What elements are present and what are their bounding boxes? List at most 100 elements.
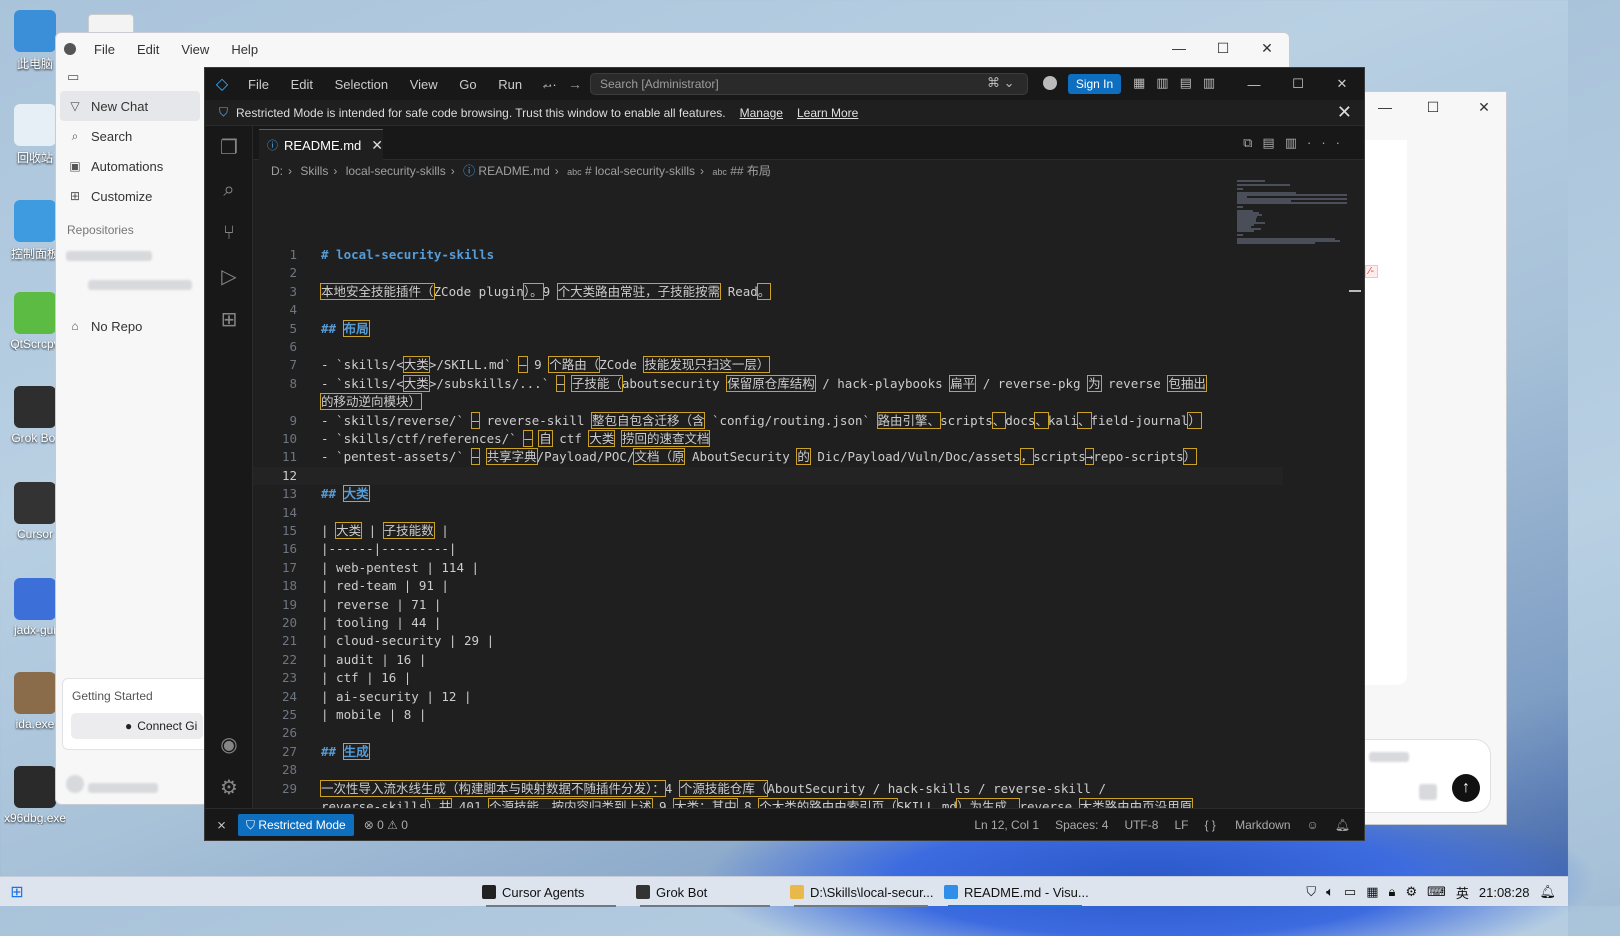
menu-view[interactable]: View: [181, 42, 209, 57]
volume-icon[interactable]: 🔈︎: [1326, 884, 1334, 900]
close-button[interactable]: ✕: [1320, 68, 1364, 100]
manage-link[interactable]: Manage: [740, 106, 783, 120]
editor-line[interactable]: 19 | reverse | 71 |: [253, 596, 1283, 614]
editor-line[interactable]: 27 ## 生成: [253, 742, 1283, 761]
editor-line[interactable]: 16 |------|---------|: [253, 540, 1283, 558]
account-icon[interactable]: ◉: [205, 723, 253, 766]
editor-line[interactable]: 17 | web-pentest | 114 |: [253, 559, 1283, 577]
indentation[interactable]: Spaces: 4: [1055, 818, 1108, 832]
sidebar-item-customize[interactable]: ⊞ Customize: [56, 181, 204, 211]
copilot-status-icon[interactable]: ☺: [1307, 818, 1319, 832]
editor-line[interactable]: 3 本地安全技能插件（ZCode plugin）。9 个大类路由常驻，子技能按需 …: [253, 282, 1283, 301]
taskbar-item[interactable]: README.md - Visu...: [940, 877, 1090, 907]
split-editor-icon[interactable]: ▥: [1285, 135, 1307, 150]
network-icon[interactable]: ▭: [1344, 884, 1356, 900]
minimap[interactable]: [1237, 178, 1349, 248]
menu-help[interactable]: Help: [231, 42, 258, 57]
maximize-button[interactable]: ☐: [1201, 33, 1245, 63]
editor-line[interactable]: 4: [253, 301, 1283, 319]
editor-line[interactable]: 11 - `pentest-assets/` — 共享字典/Payload/POC…: [253, 448, 1283, 466]
menu-selection[interactable]: Selection: [335, 77, 388, 92]
menu-edit[interactable]: Edit: [137, 42, 159, 57]
display-icon[interactable]: ▦: [1366, 884, 1378, 900]
language-mode[interactable]: { } Markdown: [1204, 818, 1290, 832]
minimize-button[interactable]: —: [1365, 92, 1405, 122]
menu-edit[interactable]: Edit: [291, 77, 313, 92]
sidebar-item-automations[interactable]: ▣ Automations: [56, 151, 204, 181]
editor-line[interactable]: 24 | ai-security | 12 |: [253, 688, 1283, 706]
settings-icon[interactable]: ⚙: [1405, 884, 1417, 900]
send-button[interactable]: ↑: [1452, 774, 1480, 802]
close-button[interactable]: ✕: [1461, 92, 1507, 122]
notifications-bell-icon[interactable]: 🔔︎: [1335, 818, 1350, 832]
open-changes-icon[interactable]: ⧉: [1243, 135, 1262, 150]
maximize-button[interactable]: ☐: [1405, 92, 1461, 122]
start-button-icon[interactable]: ⊞: [0, 877, 34, 907]
editor-line[interactable]: 22 | audit | 16 |: [253, 651, 1283, 669]
restricted-mode-status[interactable]: ⛉ Restricted Mode: [238, 813, 354, 836]
sidebar-item-new-chat[interactable]: ▽ New Chat: [60, 91, 200, 121]
copilot-icon[interactable]: ⌘ ⌄: [987, 75, 1015, 91]
toggle-panel-icon[interactable]: ▤: [1180, 75, 1203, 90]
extensions-icon[interactable]: ⊞: [205, 298, 253, 341]
notification-icon[interactable]: 🔔︎: [1539, 884, 1556, 900]
preview-icon[interactable]: ▤: [1262, 135, 1284, 150]
search-icon[interactable]: ⌕: [205, 169, 253, 212]
sidebar-item-no-repo[interactable]: ⌂ No Repo: [56, 311, 204, 341]
editor-line[interactable]: 23 | ctf | 16 |: [253, 669, 1283, 687]
editor-line[interactable]: 14: [253, 504, 1283, 522]
close-tab-icon[interactable]: ✕: [371, 137, 383, 154]
repo-subitem[interactable]: [56, 264, 204, 293]
menu-file[interactable]: File: [94, 42, 115, 57]
encoding[interactable]: UTF-8: [1124, 818, 1158, 832]
repo-item[interactable]: [56, 243, 204, 264]
customize-layout-icon[interactable]: ▦: [1133, 75, 1156, 90]
maximize-button[interactable]: ☐: [1276, 68, 1320, 100]
run-debug-icon[interactable]: ▷: [205, 255, 253, 298]
editor-line[interactable]: 15 | 大类 | 子技能数 |: [253, 522, 1283, 540]
remote-icon[interactable]: ⨯: [205, 818, 238, 832]
end-of-line[interactable]: LF: [1174, 818, 1188, 832]
editor-line[interactable]: 6: [253, 338, 1283, 356]
more-actions-icon[interactable]: ···: [1307, 135, 1350, 150]
lock-icon[interactable]: 🔒︎: [1389, 884, 1396, 900]
clock[interactable]: 21:08:28: [1479, 885, 1530, 900]
ime-indicator[interactable]: 英: [1456, 883, 1469, 902]
code-editor[interactable]: 1 # local-security-skills 2 3 本地安全技能插件（ZCode…: [253, 178, 1283, 840]
close-banner-icon[interactable]: ✕: [1337, 102, 1352, 123]
crumb-project[interactable]: local-security-skills: [346, 164, 446, 178]
editor-line[interactable]: 29 一次性导入流水线生成（构建脚本与映射数据不随插件分发）：4 个源技能仓库（A…: [253, 779, 1283, 798]
editor-line[interactable]: 12: [253, 466, 1283, 486]
editor-line[interactable]: 的移动逆向模块）: [253, 393, 1283, 411]
crumb-file[interactable]: README.md: [478, 164, 549, 178]
menu-file[interactable]: File: [248, 77, 269, 92]
toggle-sidebar-icon[interactable]: ▥: [1156, 75, 1179, 90]
user-profile[interactable]: [66, 775, 158, 796]
editor-line[interactable]: 7 - `skills/<大类>/SKILL.md` — 9 个路由（ZCode …: [253, 356, 1283, 374]
minimize-button[interactable]: —: [1232, 68, 1276, 100]
editor-line[interactable]: 28: [253, 761, 1283, 779]
sidebar-toggle-icon[interactable]: ▭: [56, 65, 204, 91]
back-arrow-icon[interactable]: ←: [540, 76, 554, 92]
sidebar-item-search[interactable]: ⌕ Search: [56, 121, 204, 151]
menu-run[interactable]: Run: [498, 77, 522, 92]
editor-line[interactable]: 13 ## 大类: [253, 485, 1283, 503]
source-control-icon[interactable]: ⑂: [205, 212, 253, 255]
taskbar-item[interactable]: Grok Bot: [632, 877, 778, 907]
editor-line[interactable]: 21 | cloud-security | 29 |: [253, 632, 1283, 650]
crumb-folder[interactable]: Skills: [300, 164, 328, 178]
sign-in-button[interactable]: Sign In: [1068, 74, 1121, 94]
close-button[interactable]: ✕: [1245, 33, 1289, 63]
editor-line[interactable]: 8 - `skills/<大类>/subskills/...` — 子技能（abo…: [253, 374, 1283, 393]
editor-line[interactable]: 10 - `skills/ctf/references/` — 自 ctf 大类 …: [253, 430, 1283, 448]
message-composer[interactable]: ↑: [1365, 739, 1491, 813]
menu-go[interactable]: Go: [459, 77, 476, 92]
forward-arrow-icon[interactable]: →: [568, 76, 582, 92]
taskbar-item[interactable]: Cursor Agents: [478, 877, 624, 907]
learn-more-link[interactable]: Learn More: [797, 106, 858, 120]
keyboard-icon[interactable]: ⌨: [1427, 884, 1446, 900]
explorer-icon[interactable]: ❐: [205, 126, 253, 169]
crumb-heading-2[interactable]: ## 布局: [730, 164, 771, 178]
crumb-drive[interactable]: D:: [271, 164, 283, 178]
command-center-search[interactable]: Search [Administrator]: [590, 73, 1028, 95]
